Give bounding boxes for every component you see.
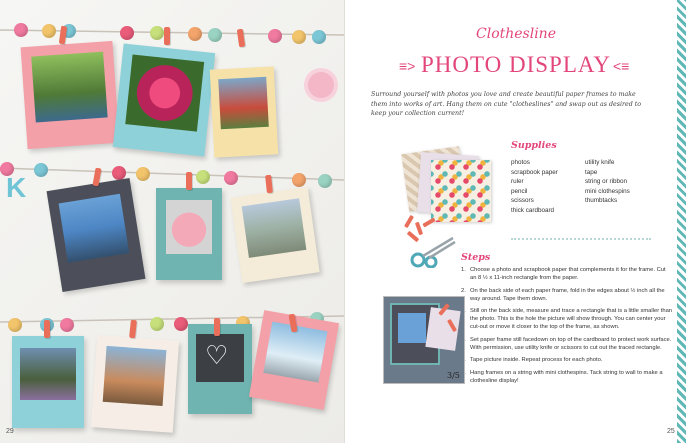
heart-icon: ♡ xyxy=(205,340,229,370)
book-spread: K ♡ 29 Clothesline ≡> PHOTO DISPLAY <≡ S… xyxy=(0,0,686,443)
photo-page: K ♡ 29 xyxy=(0,0,344,443)
supply-item: utility knife xyxy=(585,159,615,166)
supply-item: thick cardboard xyxy=(511,206,555,214)
supply-item: mini clothespins xyxy=(585,187,630,195)
supply-item: ruler xyxy=(511,178,524,186)
step-photo-label: 3/5 xyxy=(447,371,460,380)
step-item: 3.Still on the back side, measure and tr… xyxy=(461,308,673,330)
step-item: 6.Hang frames on a string with mini clot… xyxy=(461,369,663,384)
step-item: 5.Tape picture inside. Repeat process fo… xyxy=(461,357,603,363)
title-script: Clothesline xyxy=(476,26,556,42)
steps-heading: Steps xyxy=(461,252,491,263)
step-item: 2. On the back side of each paper frame, … xyxy=(461,287,665,302)
steps-list: 1. Choose a photo and scrapbook paper tha… xyxy=(461,266,673,389)
scissors-icon xyxy=(409,234,457,273)
page-number-left: 29 xyxy=(6,428,14,435)
page-title: PHOTO DISPLAY xyxy=(420,52,611,77)
intro-text: Surround yourself with photos you love a… xyxy=(371,91,642,117)
supply-item: pencil xyxy=(511,187,528,195)
supplies-list-right: utility knife tape string or ribbon mini… xyxy=(585,158,630,206)
step-item: 4.Set paper frame still facedown on top … xyxy=(461,336,672,351)
flower-ornament xyxy=(308,72,334,98)
supply-item: photos xyxy=(511,159,530,166)
supply-item: tape xyxy=(585,168,598,176)
supplies-heading: Supplies xyxy=(511,140,557,151)
scrapbook-paper xyxy=(431,160,491,222)
supplies-list-left: photos scrapbook paper ruler pencil scis… xyxy=(511,158,558,216)
letter-decoration: K xyxy=(6,172,27,203)
supply-item: scrapbook paper xyxy=(511,168,558,176)
supply-item: scissors xyxy=(511,197,534,205)
supply-item: thumbtacks xyxy=(585,197,618,205)
supply-item: string or ribbon xyxy=(585,178,627,186)
divider xyxy=(511,238,651,240)
title-ornament-right: <≡ xyxy=(613,58,630,74)
step-item: 1. Choose a photo and scrapbook paper tha… xyxy=(461,267,666,281)
page-number-right: 25 xyxy=(667,428,675,435)
